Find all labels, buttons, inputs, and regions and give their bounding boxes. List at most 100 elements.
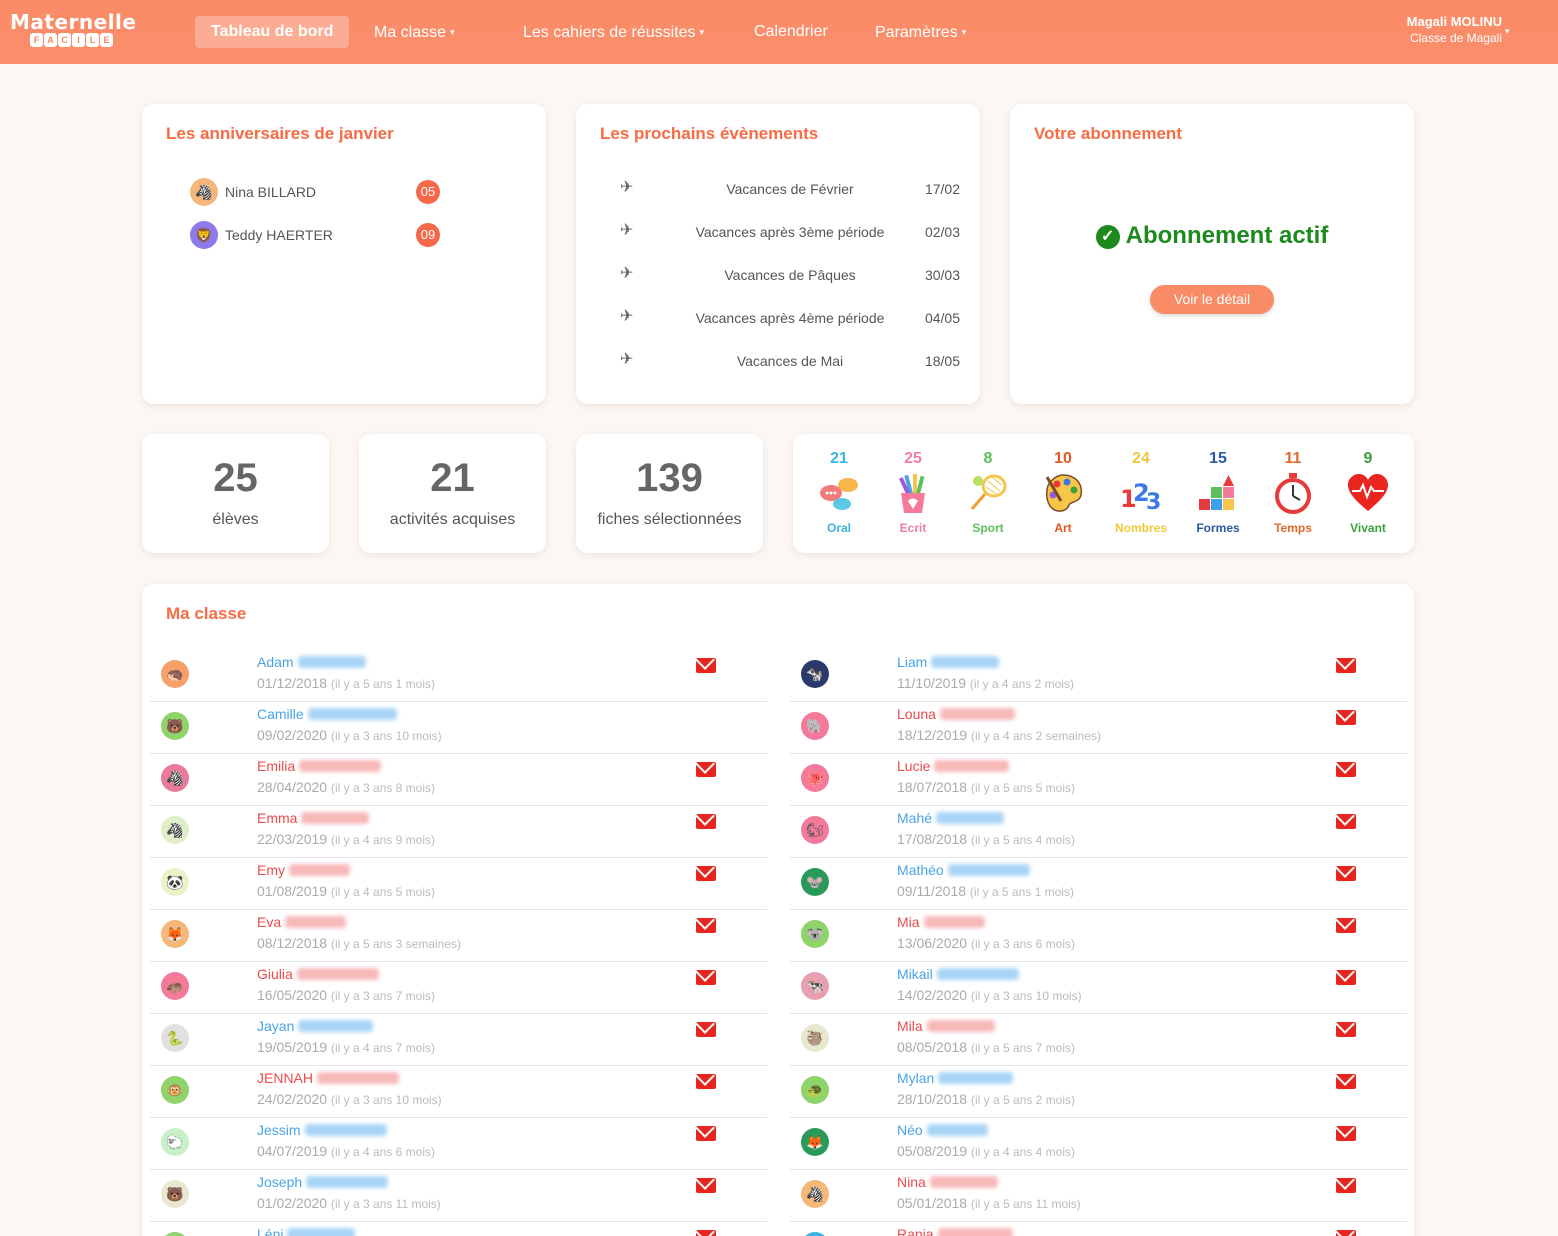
student-name[interactable]: Emy <box>257 862 350 878</box>
student-name[interactable]: Mikail <box>897 966 1019 982</box>
chevron-down-icon[interactable]: ▾ <box>1505 26 1510 37</box>
user-menu[interactable]: Magali MOLINU Classe de Magali <box>1407 14 1502 45</box>
student-name[interactable]: Rania <box>897 1226 1013 1236</box>
student-row[interactable]: 🦊 Néo 05/08/2019 (il y a 4 ans 4 mois) <box>790 1118 1407 1170</box>
student-name[interactable]: Mathéo <box>897 862 1030 878</box>
student-name[interactable]: Joseph <box>257 1174 389 1190</box>
student-name[interactable]: Léni <box>257 1226 356 1236</box>
student-row[interactable]: 🦛 Giulia 16/05/2020 (il y a 3 ans 7 mois) <box>150 962 767 1014</box>
nav-parametres[interactable]: Paramètres ▾ <box>875 16 966 48</box>
student-name[interactable]: Jessim <box>257 1122 387 1138</box>
student-name[interactable]: Liam <box>897 654 1000 670</box>
student-row[interactable]: 🐄 Liam 11/10/2019 (il y a 4 ans 2 mois) <box>790 650 1407 702</box>
student-name[interactable]: Mia <box>897 914 985 930</box>
envelope-icon[interactable] <box>696 918 716 933</box>
student-row[interactable]: 🐾 Léni <box>150 1222 767 1236</box>
nav-cahiers-de-reussites[interactable]: Les cahiers de réussites ▾ <box>523 16 704 48</box>
student-row[interactable]: 🐾 Rania <box>790 1222 1407 1236</box>
student-name[interactable]: Jayan <box>257 1018 374 1034</box>
class-card: Ma classe 🦔 Adam 01/12/2018 (il y a 5 ans … <box>142 584 1414 1236</box>
envelope-icon[interactable] <box>1336 970 1356 985</box>
birthday-item[interactable]: 🦓 Nina BILLARD 05 <box>190 178 450 206</box>
envelope-icon[interactable] <box>1336 814 1356 829</box>
student-row[interactable]: 🐍 Jayan 19/05/2019 (il y a 4 ans 7 mois) <box>150 1014 767 1066</box>
birthday-item[interactable]: 🦁 Teddy HAERTER 09 <box>190 221 450 249</box>
domain-art[interactable]: 10 Art <box>1033 450 1093 535</box>
student-name[interactable]: Giulia <box>257 966 379 982</box>
nav-ma-classe[interactable]: Ma classe ▾ <box>374 16 455 48</box>
student-row[interactable]: 🦔 Adam 01/12/2018 (il y a 5 ans 1 mois) <box>150 650 767 702</box>
student-last-name-redacted <box>317 1072 400 1084</box>
student-name[interactable]: Adam <box>257 654 366 670</box>
student-row[interactable]: 🐭 Mathéo 09/11/2018 (il y a 5 ans 1 mois) <box>790 858 1407 910</box>
domain-nombres[interactable]: 24 1 2 3 Nombres <box>1111 450 1171 535</box>
envelope-icon[interactable] <box>1336 658 1356 673</box>
envelope-icon[interactable] <box>696 866 716 881</box>
student-name[interactable]: Eva <box>257 914 347 930</box>
student-birthdate: 08/05/2018 (il y a 5 ans 7 mois) <box>897 1039 1075 1055</box>
envelope-icon[interactable] <box>1336 762 1356 777</box>
student-row[interactable]: 🐻 Joseph 01/02/2020 (il y a 3 ans 11 mois) <box>150 1170 767 1222</box>
student-name[interactable]: Mahé <box>897 810 1005 826</box>
envelope-icon[interactable] <box>696 970 716 985</box>
student-first-name: Jayan <box>257 1018 295 1034</box>
domain-formes[interactable]: 15 Formes <box>1188 450 1248 535</box>
nav-calendrier[interactable]: Calendrier <box>754 16 828 48</box>
student-name[interactable]: Néo <box>897 1122 988 1138</box>
student-name[interactable]: Mylan <box>897 1070 1014 1086</box>
student-name[interactable]: JENNAH <box>257 1070 400 1086</box>
student-row[interactable]: 🐨 Mia 13/06/2020 (il y a 3 ans 6 mois) <box>790 910 1407 962</box>
domain-temps[interactable]: 11 Temps <box>1263 450 1323 535</box>
app-logo[interactable]: Maternelle F A C I L E <box>10 10 140 50</box>
student-name[interactable]: Mila <box>897 1018 995 1034</box>
student-row[interactable]: 🐻 Camille 09/02/2020 (il y a 3 ans 10 mois… <box>150 702 767 754</box>
zebra-icon: 🦓 <box>190 178 218 206</box>
envelope-icon[interactable] <box>1336 918 1356 933</box>
student-birthdate: 09/11/2018 (il y a 5 ans 1 mois) <box>897 883 1074 899</box>
student-row[interactable]: 🐄 Mikail 14/02/2020 (il y a 3 ans 10 mois) <box>790 962 1407 1014</box>
envelope-icon[interactable] <box>1336 1178 1356 1193</box>
student-row[interactable]: 🐘 Louna 18/12/2019 (il y a 4 ans 2 semaine… <box>790 702 1407 754</box>
student-name[interactable]: Nina <box>897 1174 998 1190</box>
event-item: ✈ Vacances après 3ème période 02/03 <box>620 220 960 244</box>
envelope-icon[interactable] <box>1336 1022 1356 1037</box>
student-first-name: Joseph <box>257 1174 303 1190</box>
view-details-button[interactable]: Voir le détail <box>1150 285 1274 314</box>
domain-oral[interactable]: 21 Oral <box>809 450 869 535</box>
envelope-icon[interactable] <box>696 658 716 673</box>
animal-icon: 🐾 <box>801 1232 829 1236</box>
envelope-icon[interactable] <box>696 1022 716 1037</box>
student-name[interactable]: Emma <box>257 810 370 826</box>
envelope-icon[interactable] <box>696 814 716 829</box>
envelope-icon[interactable] <box>696 1178 716 1193</box>
student-row[interactable]: 🦓 Nina 05/01/2018 (il y a 5 ans 11 mois) <box>790 1170 1407 1222</box>
student-row[interactable]: 🦓 Emma 22/03/2019 (il y a 4 ans 9 mois) <box>150 806 767 858</box>
domain-sport[interactable]: 8 Sport <box>958 450 1018 535</box>
student-name[interactable]: Lucie <box>897 758 1010 774</box>
student-name[interactable]: Camille <box>257 706 397 722</box>
student-name[interactable]: Emilia <box>257 758 382 774</box>
student-row[interactable]: 🦓 Emilia 28/04/2020 (il y a 3 ans 8 mois) <box>150 754 767 806</box>
envelope-icon[interactable] <box>696 1230 716 1236</box>
envelope-icon[interactable] <box>1336 1074 1356 1089</box>
envelope-icon[interactable] <box>1336 710 1356 725</box>
student-name[interactable]: Louna <box>897 706 1015 722</box>
student-row[interactable]: 🐼 Emy 01/08/2019 (il y a 4 ans 5 mois) <box>150 858 767 910</box>
student-row[interactable]: 🐿 Mahé 17/08/2018 (il y a 5 ans 4 mois) <box>790 806 1407 858</box>
envelope-icon[interactable] <box>696 762 716 777</box>
envelope-icon[interactable] <box>1336 1230 1356 1236</box>
student-row[interactable]: 🐑 Jessim 04/07/2019 (il y a 4 ans 6 mois) <box>150 1118 767 1170</box>
student-row[interactable]: 🐙 Lucie 18/07/2018 (il y a 5 ans 5 mois) <box>790 754 1407 806</box>
student-row[interactable]: 🦊 Eva 08/12/2018 (il y a 5 ans 3 semaines) <box>150 910 767 962</box>
envelope-icon[interactable] <box>1336 1126 1356 1141</box>
envelope-icon[interactable] <box>696 1074 716 1089</box>
nav-tableau-de-bord[interactable]: Tableau de bord <box>195 16 350 48</box>
envelope-icon[interactable] <box>1336 866 1356 881</box>
student-row[interactable]: 🐵 JENNAH 24/02/2020 (il y a 3 ans 10 mois) <box>150 1066 767 1118</box>
domain-vivant[interactable]: 9 Vivant <box>1338 450 1398 535</box>
birthdate-value: 09/02/2020 <box>257 727 328 743</box>
student-row[interactable]: 🐢 Mylan 28/10/2018 (il y a 5 ans 2 mois) <box>790 1066 1407 1118</box>
domain-ecrit[interactable]: 25 Ecrit <box>883 450 943 535</box>
student-row[interactable]: 🦥 Mila 08/05/2018 (il y a 5 ans 7 mois) <box>790 1014 1407 1066</box>
envelope-icon[interactable] <box>696 1126 716 1141</box>
